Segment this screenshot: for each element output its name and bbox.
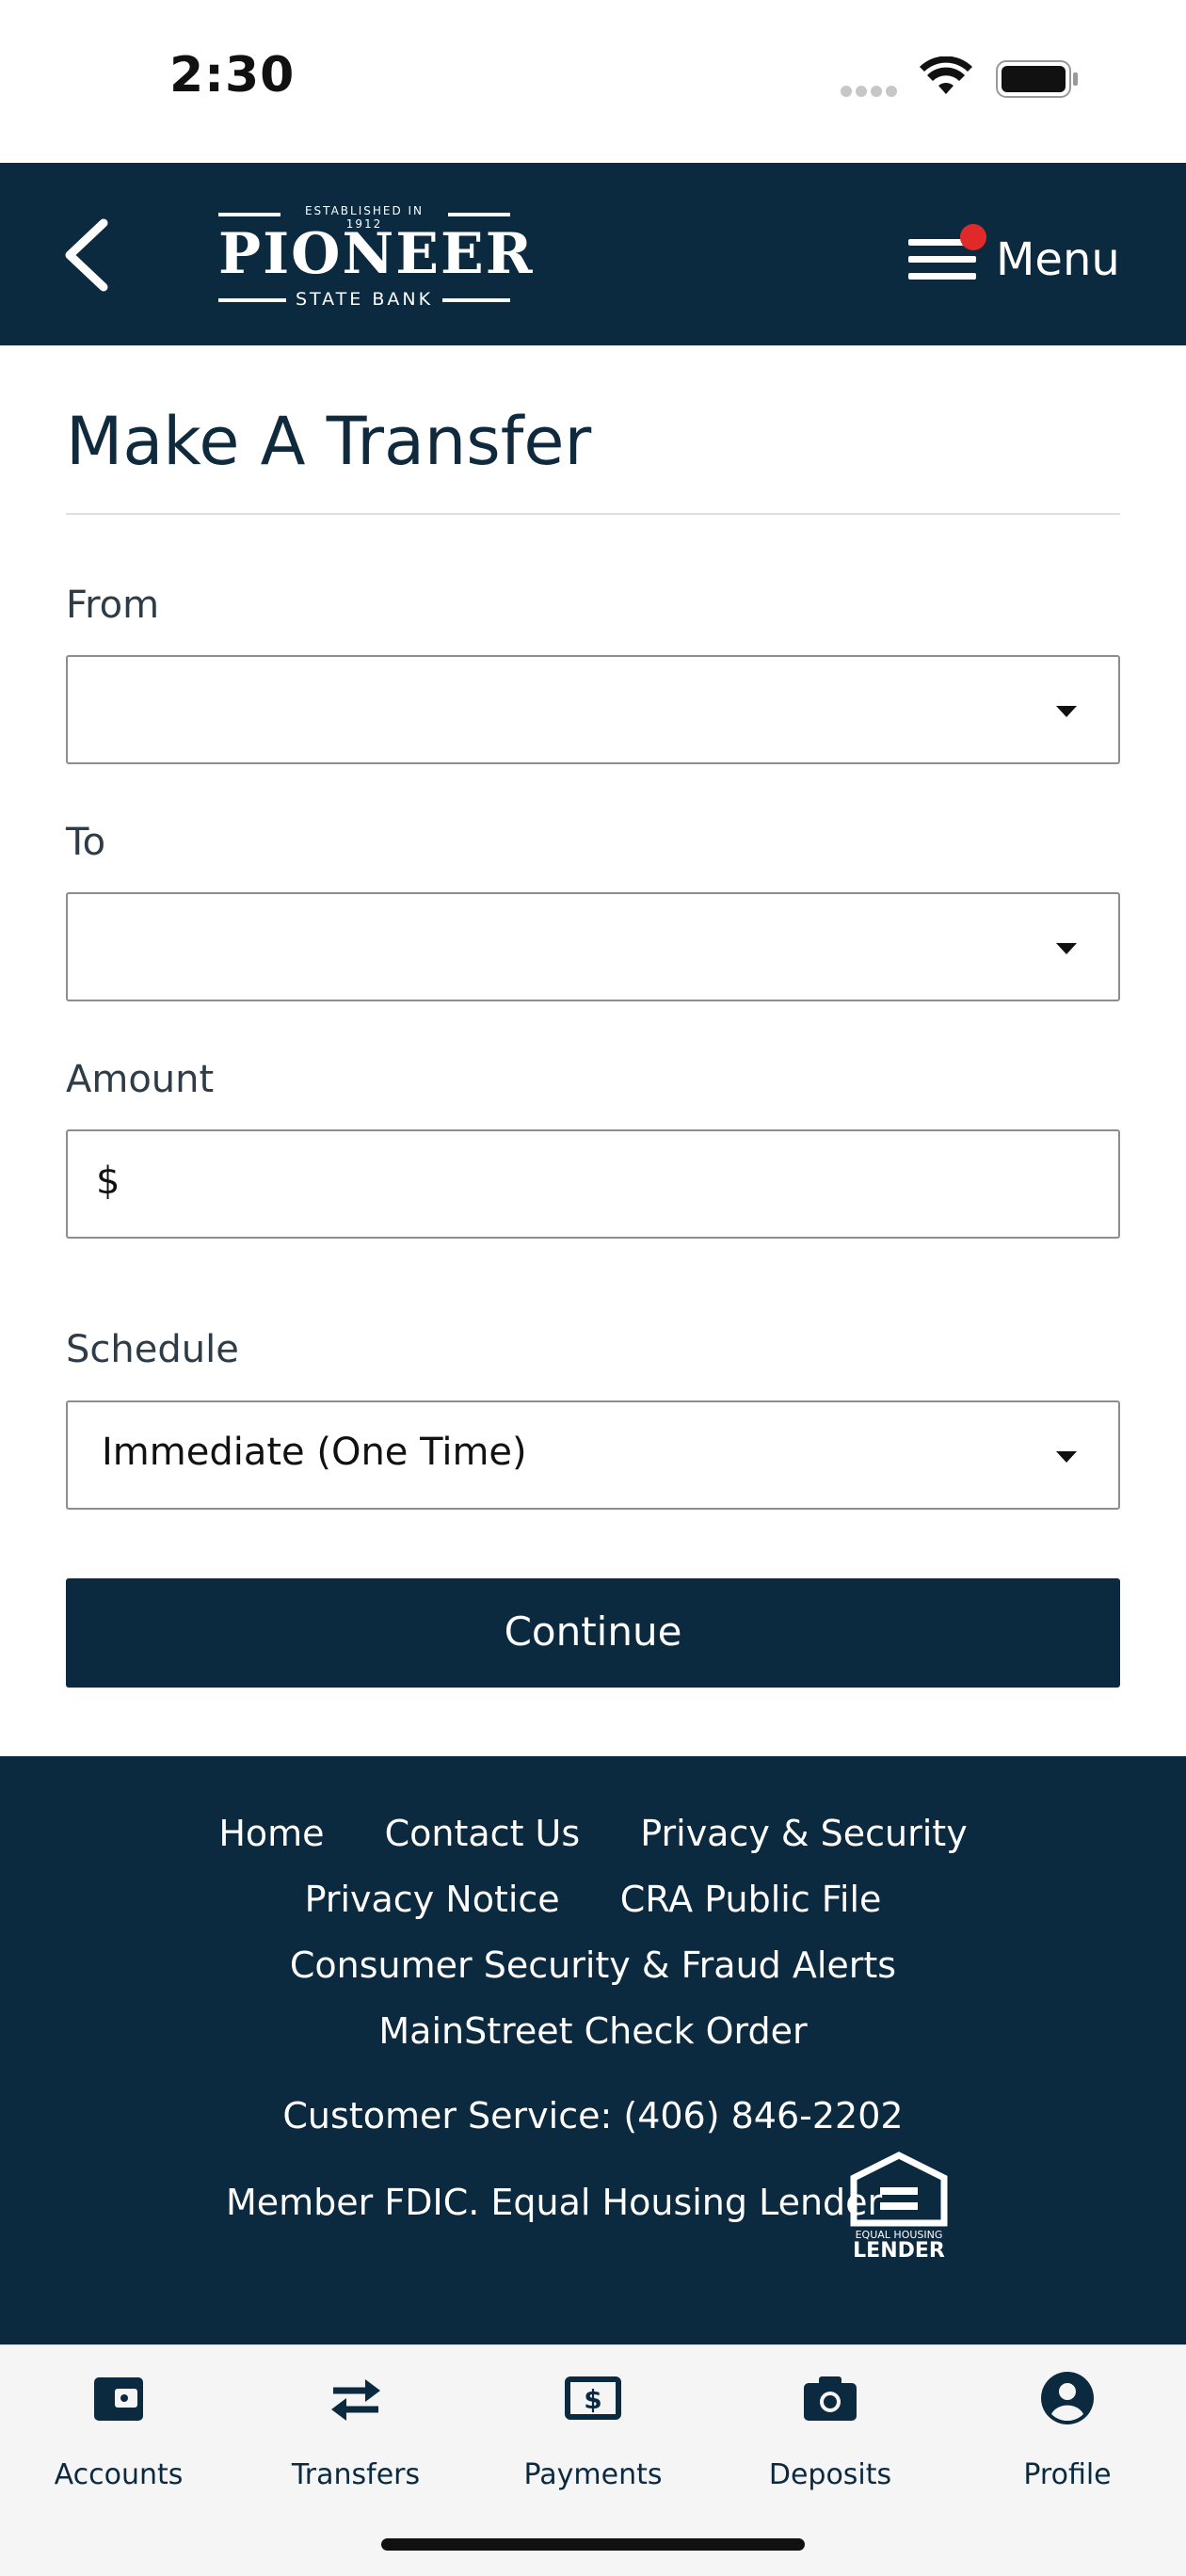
tab-label: Payments	[523, 2458, 663, 2491]
battery-icon	[996, 60, 1078, 98]
fdic-notice: Member FDIC. Equal Housing Lender	[226, 2182, 883, 2223]
menu-label: Menu	[996, 233, 1120, 286]
logo-subname-row: STATE BANK	[218, 289, 510, 310]
title-divider	[66, 513, 1120, 515]
menu-button[interactable]: Menu	[904, 215, 1148, 299]
amount-input[interactable]: $	[66, 1129, 1120, 1239]
to-account-select[interactable]	[66, 892, 1120, 1001]
footer-link-home[interactable]: Home	[218, 1813, 324, 1854]
back-button[interactable]	[56, 208, 122, 302]
caret-down-icon	[1056, 1451, 1077, 1463]
footer-links-row: Home Contact Us Privacy & Security	[0, 1813, 1186, 1854]
footer-links-row: MainStreet Check Order	[0, 2010, 1186, 2052]
tab-payments[interactable]: $ Payments	[474, 2345, 712, 2505]
notification-badge	[960, 224, 986, 250]
home-indicator	[381, 2538, 805, 2551]
customer-service-phone[interactable]: Customer Service: (406) 846-2202	[0, 2095, 1186, 2136]
cellular-signal-icon	[841, 83, 905, 97]
amount-label: Amount	[66, 1058, 215, 1101]
footer-link-cra-public-file[interactable]: CRA Public File	[620, 1879, 882, 1920]
footer-link-contact-us[interactable]: Contact Us	[385, 1813, 581, 1854]
status-bar: 2:30	[0, 0, 1186, 163]
schedule-label: Schedule	[66, 1328, 239, 1371]
tab-accounts[interactable]: Accounts	[0, 2345, 237, 2505]
svg-text:$: $	[584, 2384, 601, 2415]
schedule-select[interactable]: Immediate (One Time)	[66, 1400, 1120, 1510]
site-footer: Home Contact Us Privacy & Security Priva…	[0, 1756, 1186, 2344]
profile-icon	[1041, 2372, 1094, 2424]
footer-links-row: Consumer Security & Fraud Alerts	[0, 1944, 1186, 1986]
from-label: From	[66, 584, 160, 627]
equal-housing-lender-icon: EQUAL HOUSING LENDER	[850, 2152, 948, 2261]
continue-label: Continue	[504, 1608, 682, 1655]
tab-profile[interactable]: Profile	[949, 2345, 1186, 2505]
footer-link-privacy-notice[interactable]: Privacy Notice	[305, 1879, 560, 1920]
schedule-value: Immediate (One Time)	[102, 1431, 527, 1474]
page-title: Make A Transfer	[66, 403, 592, 480]
tab-label: Deposits	[768, 2458, 892, 2491]
currency-symbol: $	[96, 1160, 120, 1203]
camera-icon	[804, 2376, 857, 2421]
continue-button[interactable]: Continue	[66, 1578, 1120, 1688]
bank-logo[interactable]: ESTABLISHED IN 1912 PIONEER STATE BANK	[218, 204, 535, 310]
logo-subname: STATE BANK	[295, 289, 434, 310]
footer-link-privacy-security[interactable]: Privacy & Security	[640, 1813, 967, 1854]
transfer-arrows-icon	[331, 2379, 380, 2421]
wallet-icon	[94, 2377, 143, 2421]
tab-transfers[interactable]: Transfers	[237, 2345, 474, 2505]
caret-down-icon	[1056, 706, 1077, 717]
status-time: 2:30	[169, 47, 296, 104]
from-account-select[interactable]	[66, 655, 1120, 764]
to-label: To	[66, 821, 106, 864]
tab-label: Transfers	[291, 2458, 421, 2491]
logo-established-row: ESTABLISHED IN 1912	[218, 204, 510, 231]
dollar-bill-icon: $	[565, 2376, 621, 2420]
wifi-icon	[920, 56, 972, 94]
footer-links-row: Privacy Notice CRA Public File	[0, 1879, 1186, 1920]
tab-deposits[interactable]: Deposits	[712, 2345, 949, 2505]
logo-name: PIONEER	[218, 221, 535, 287]
chevron-left-icon	[65, 218, 108, 292]
tab-label: Profile	[1023, 2458, 1112, 2491]
footer-link-fraud-alerts[interactable]: Consumer Security & Fraud Alerts	[290, 1944, 896, 1986]
footer-link-check-order[interactable]: MainStreet Check Order	[378, 2010, 807, 2052]
ehl-text-bottom: LENDER	[853, 2239, 945, 2261]
tab-label: Accounts	[54, 2458, 184, 2491]
app-header: ESTABLISHED IN 1912 PIONEER STATE BANK M…	[0, 163, 1186, 345]
caret-down-icon	[1056, 943, 1077, 954]
